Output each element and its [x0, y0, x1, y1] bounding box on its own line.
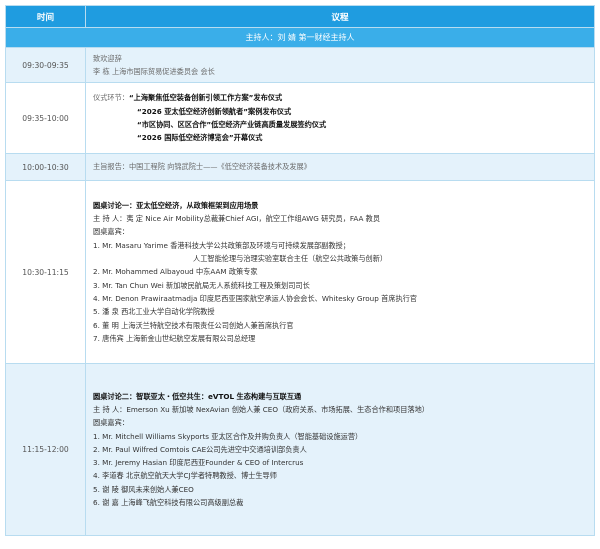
row-content: 圆桌讨论二：智联亚太・低空共生：eVTOL 生态构建与互联互通 主 持 人：Em…: [85, 363, 595, 536]
guests-label: 圆桌嘉宾：: [93, 418, 129, 428]
panel-title: 圆桌讨论二：智联亚太・低空共生：eVTOL 生态构建与互联互通: [93, 391, 302, 401]
guest-item: 2. Mr. Mohammed Albayoud 中东AAM 政策专家: [93, 267, 258, 277]
guest-item: 3. Mr. Jeremy Hasian 印度尼西亚Founder & CEO …: [93, 458, 304, 468]
row-time: 10:00-10:30: [5, 153, 86, 181]
guest-item: 5. 谢 陵 御风未来创始人兼CEO: [93, 484, 194, 494]
guests-label: 圆桌嘉宾：: [93, 227, 129, 237]
ceremony-item: “上海聚焦低空装备创新引领工作方案”发布仪式: [128, 93, 283, 103]
guest-item: 6. 董 明 上海沃兰特航空技术有限责任公司创始人兼首席执行官: [93, 320, 294, 330]
table-row: 10:30-11:15 圆桌讨论一：亚太低空经济，从政策框架到应用场景 主 持 …: [5, 180, 595, 364]
ceremony-item: “2026 国际低空经济博览会”开幕仪式: [137, 133, 263, 143]
guest-item: 人工智能伦理与治理实验室联合主任（航空公共政策与创新）: [193, 254, 388, 264]
ceremony-item: “市区协同、区区合作”低空经济产业链高质量发展签约仪式: [137, 120, 327, 129]
header-time: 时间: [5, 5, 86, 28]
table-row: 09:35-10:00 仪式环节：“上海聚焦低空装备创新引领工作方案”发布仪式 …: [5, 82, 595, 154]
panel-title: 圆桌讨论一：亚太低空经济，从政策框架到应用场景: [93, 200, 259, 210]
row-content: 主旨报告：中国工程院 向锦武院士——《低空经济装备技术及发展》: [85, 153, 595, 181]
table-row: 11:15-12:00 圆桌讨论二：智联亚太・低空共生：eVTOL 生态构建与互…: [5, 363, 595, 536]
agenda-table: 时间 议程 主持人：刘 婧 第一财经主持人 09:30-09:35 致欢迎辞 李…: [5, 5, 595, 536]
agenda-table-wrapper: 时间 议程 主持人：刘 婧 第一财经主持人 09:30-09:35 致欢迎辞 李…: [5, 5, 595, 536]
row-time: 11:15-12:00: [5, 363, 86, 536]
line-text: 致欢迎辞: [93, 53, 122, 63]
guest-item: 7. 唐伟宾 上海新金山世纪航空发展有限公司总经理: [93, 333, 256, 343]
table-row: 10:00-10:30 主旨报告：中国工程院 向锦武院士——《低空经济装备技术及…: [5, 153, 595, 181]
panel-moderator: 主 持 人：夷 定 Nice Air Mobility总裁兼Chief AGI，…: [93, 214, 381, 224]
table-header: 时间 议程: [5, 5, 595, 28]
guest-item: 4. 李道春 北京航空航天大学CJ学者特聘教授、博士生导师: [93, 471, 277, 481]
line-text: 主旨报告：中国工程院 向锦武院士——《低空经济装备技术及发展》: [93, 162, 311, 172]
row-time: 09:30-09:35: [5, 47, 86, 83]
row-content: 圆桌讨论一：亚太低空经济，从政策框架到应用场景 主 持 人：夷 定 Nice A…: [85, 180, 595, 364]
row-time: 10:30-11:15: [5, 180, 86, 364]
guest-item: 4. Mr. Denon Prawiraatmadja 印度尼西亚国家航空承运人…: [93, 293, 418, 303]
table-row: 09:30-09:35 致欢迎辞 李 栋 上海市国际贸易促进委员会 会长: [5, 47, 595, 83]
panel-moderator: 主 持 人：Emerson Xu 新加坡 NexAvian 创始人兼 CEO（政…: [93, 404, 429, 414]
row-content: 仪式环节：“上海聚焦低空装备创新引领工作方案”发布仪式 “2026 亚太低空经济…: [85, 82, 595, 154]
line-text: 李 栋 上海市国际贸易促进委员会 会长: [93, 67, 215, 76]
guest-item: 5. 潘 泉 西北工业大学自动化学院教授: [93, 307, 215, 317]
guest-item: 2. Mr. Paul Wilfred Comtois CAE公司先进空中交通培…: [93, 444, 307, 454]
row-content: 致欢迎辞 李 栋 上海市国际贸易促进委员会 会长: [85, 47, 595, 83]
ceremony-item: “2026 亚太低空经济创新领航者”案例发布仪式: [137, 106, 292, 116]
guest-item: 1. Mr. Masaru Yarime 香港科技大学公共政策部及环境与可持续发…: [93, 240, 350, 250]
host-row: 主持人：刘 婧 第一财经主持人: [5, 27, 595, 48]
ceremony-label: 仪式环节：: [93, 93, 129, 103]
header-agenda: 议程: [85, 5, 595, 28]
guest-item: 1. Mr. Mitchell Williams Skyports 亚太区合作及…: [93, 431, 363, 441]
guest-item: 3. Mr. Tan Chun Wei 新加坡民航局无人系统科技工程及策划司司长: [93, 280, 310, 290]
row-time: 09:35-10:00: [5, 82, 86, 154]
host-text: 主持人：刘 婧 第一财经主持人: [5, 27, 595, 48]
guest-item: 6. 谢 嘉 上海峰飞航空科技有限公司高级副总裁: [93, 498, 244, 508]
